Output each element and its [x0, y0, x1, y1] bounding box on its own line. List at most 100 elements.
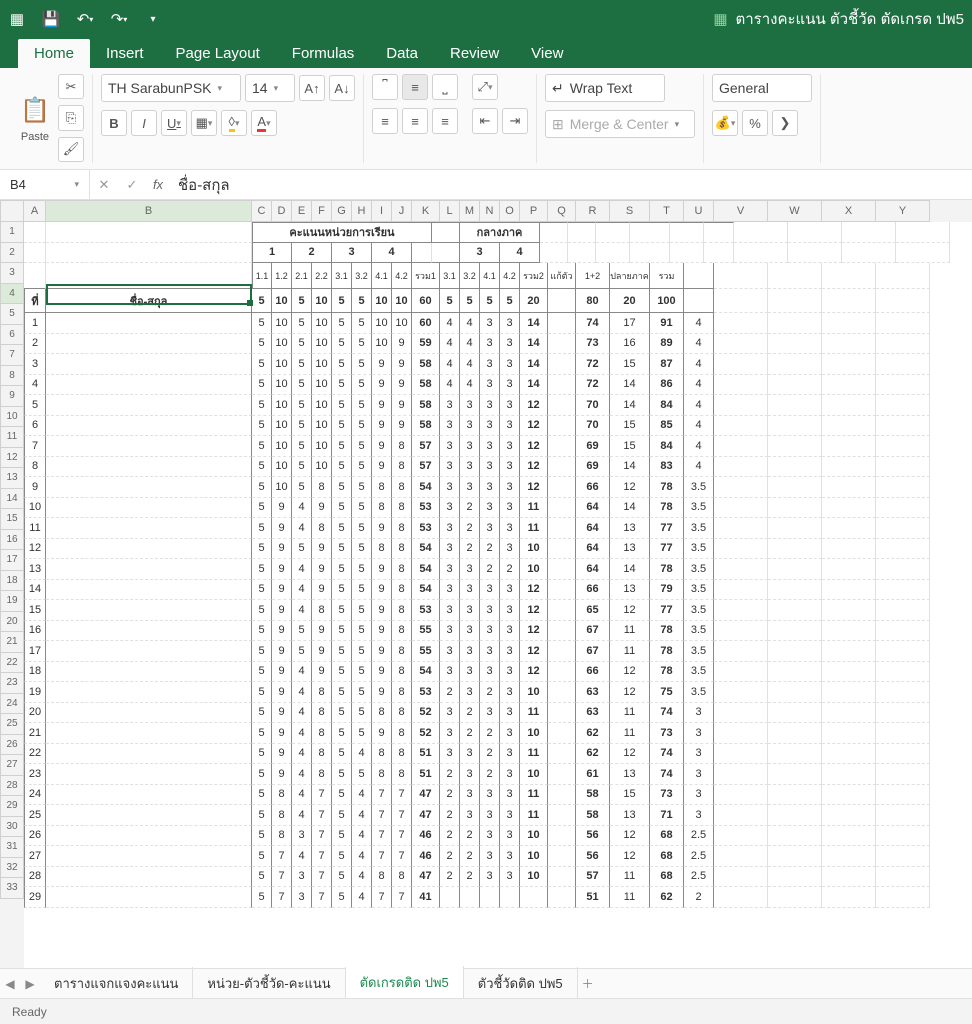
- cell[interactable]: 62: [576, 723, 610, 744]
- cell[interactable]: [714, 539, 768, 560]
- new-icon[interactable]: ▦: [8, 10, 26, 28]
- cell[interactable]: [822, 703, 876, 724]
- cell[interactable]: [548, 334, 576, 355]
- column-header[interactable]: O: [500, 200, 520, 222]
- cell[interactable]: 9: [272, 641, 292, 662]
- cell[interactable]: [460, 887, 480, 908]
- cell[interactable]: 11: [610, 641, 650, 662]
- cell[interactable]: 4: [292, 723, 312, 744]
- cell[interactable]: 5: [352, 580, 372, 601]
- cell[interactable]: 72: [576, 354, 610, 375]
- cell[interactable]: 3: [480, 395, 500, 416]
- cell[interactable]: 84: [650, 436, 684, 457]
- cell[interactable]: 3: [500, 600, 520, 621]
- cell[interactable]: [630, 222, 670, 243]
- qat-customize-icon[interactable]: ▾: [144, 10, 162, 28]
- increase-indent-button[interactable]: ⇥: [502, 108, 528, 134]
- cell[interactable]: 21: [24, 723, 46, 744]
- cell[interactable]: [822, 313, 876, 334]
- cell[interactable]: 3: [460, 785, 480, 806]
- cell[interactable]: 8: [372, 477, 392, 498]
- cell[interactable]: 5: [480, 289, 500, 313]
- cell[interactable]: 57: [412, 457, 440, 478]
- cell[interactable]: [714, 436, 768, 457]
- cell[interactable]: 3: [500, 436, 520, 457]
- cell[interactable]: 5: [252, 334, 272, 355]
- sheet-tab[interactable]: หน่วย-ตัวชี้วัด-คะแนน: [193, 967, 345, 1000]
- cell[interactable]: [714, 559, 768, 580]
- cell[interactable]: 3.5: [684, 662, 714, 683]
- cell[interactable]: 3: [500, 457, 520, 478]
- cell[interactable]: 8: [272, 826, 292, 847]
- cell[interactable]: 11: [520, 805, 548, 826]
- cell[interactable]: 65: [576, 600, 610, 621]
- cell[interactable]: [876, 764, 930, 785]
- cell[interactable]: 3: [292, 887, 312, 908]
- cell[interactable]: 5: [332, 826, 352, 847]
- cell[interactable]: [714, 723, 768, 744]
- italic-button[interactable]: I: [131, 110, 157, 136]
- cell[interactable]: [822, 457, 876, 478]
- cell[interactable]: 51: [576, 887, 610, 908]
- cell[interactable]: 4: [440, 375, 460, 396]
- cell[interactable]: 7: [372, 887, 392, 908]
- cell[interactable]: 1.1: [252, 263, 272, 289]
- cell[interactable]: 12: [610, 477, 650, 498]
- cell[interactable]: 74: [650, 703, 684, 724]
- cell[interactable]: 10: [520, 539, 548, 560]
- cell[interactable]: 2.5: [684, 826, 714, 847]
- cell[interactable]: 11: [610, 867, 650, 888]
- column-header[interactable]: H: [352, 200, 372, 222]
- cell[interactable]: 4: [292, 805, 312, 826]
- cell[interactable]: 5: [352, 539, 372, 560]
- cell[interactable]: [548, 785, 576, 806]
- cell[interactable]: 4: [440, 354, 460, 375]
- cell[interactable]: [822, 887, 876, 908]
- cell[interactable]: [714, 580, 768, 601]
- cell[interactable]: 3: [440, 600, 460, 621]
- cell[interactable]: 14: [610, 498, 650, 519]
- cell[interactable]: 8: [392, 518, 412, 539]
- cell[interactable]: 79: [650, 580, 684, 601]
- cell[interactable]: 3.5: [684, 498, 714, 519]
- cell[interactable]: 13: [610, 580, 650, 601]
- cell[interactable]: 64: [576, 518, 610, 539]
- align-right-button[interactable]: ≡: [432, 108, 458, 134]
- cell[interactable]: [548, 867, 576, 888]
- cell[interactable]: [46, 477, 252, 498]
- cell[interactable]: 73: [650, 785, 684, 806]
- cell[interactable]: 3: [460, 805, 480, 826]
- sheet-tab[interactable]: ตัดเกรดติด ปพ5: [346, 966, 464, 1001]
- cell[interactable]: 5: [332, 887, 352, 908]
- cell[interactable]: 3: [440, 477, 460, 498]
- cell[interactable]: [768, 805, 822, 826]
- cell[interactable]: 7: [272, 867, 292, 888]
- cell[interactable]: 3: [500, 826, 520, 847]
- cell[interactable]: 57: [412, 436, 440, 457]
- cell[interactable]: 3: [480, 477, 500, 498]
- cell[interactable]: 5: [332, 539, 352, 560]
- cell[interactable]: 5: [252, 375, 272, 396]
- cell[interactable]: [876, 457, 930, 478]
- cell[interactable]: 20: [610, 289, 650, 313]
- cell[interactable]: 5: [332, 867, 352, 888]
- row-header[interactable]: 18: [0, 571, 24, 592]
- cell[interactable]: [548, 846, 576, 867]
- cell[interactable]: 86: [650, 375, 684, 396]
- cell[interactable]: 10: [520, 764, 548, 785]
- cell[interactable]: 3: [480, 518, 500, 539]
- cell[interactable]: 10: [272, 354, 292, 375]
- cell[interactable]: 5: [332, 498, 352, 519]
- cell[interactable]: 4: [684, 375, 714, 396]
- cell[interactable]: [548, 744, 576, 765]
- cell[interactable]: 1+2: [576, 263, 610, 289]
- cell[interactable]: [684, 289, 714, 313]
- cell[interactable]: [876, 744, 930, 765]
- cell[interactable]: 10: [312, 289, 332, 313]
- cell[interactable]: 3.5: [684, 580, 714, 601]
- cell[interactable]: [822, 846, 876, 867]
- cell[interactable]: 3: [460, 395, 480, 416]
- cell[interactable]: 12: [610, 682, 650, 703]
- cell[interactable]: 4.1: [480, 263, 500, 289]
- cell[interactable]: 78: [650, 621, 684, 642]
